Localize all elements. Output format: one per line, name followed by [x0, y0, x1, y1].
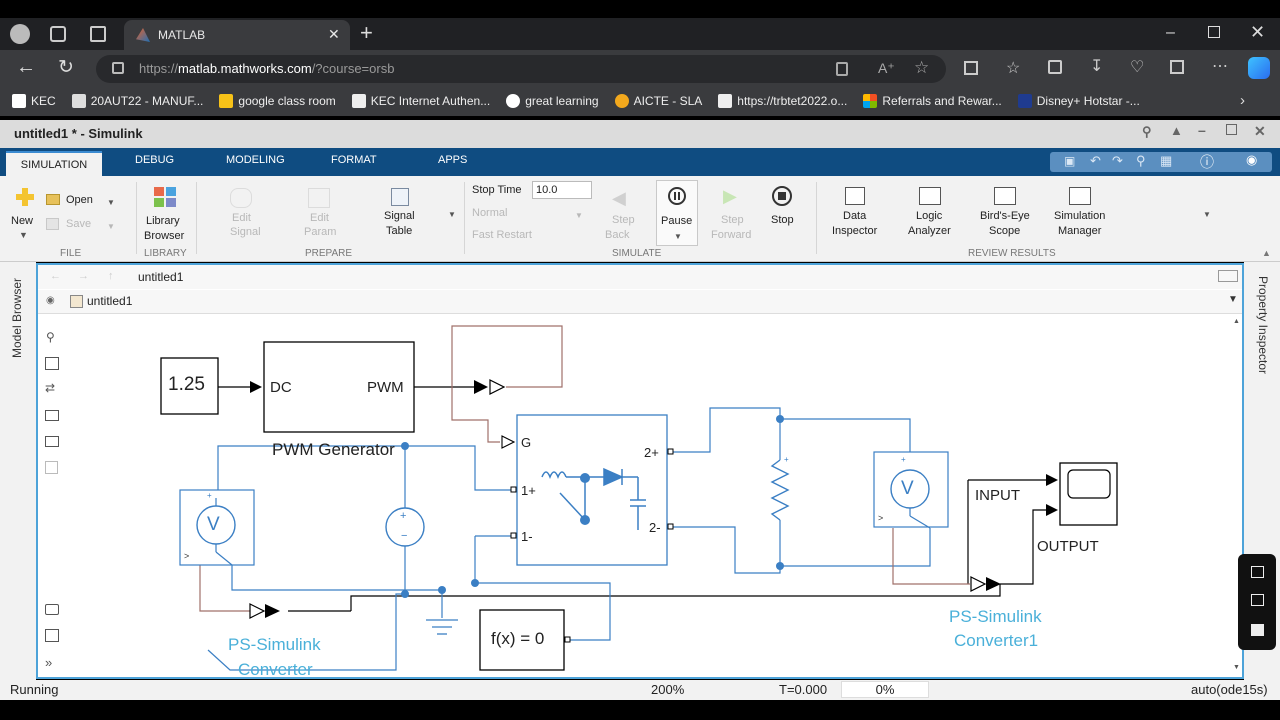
ps-wire: [199, 565, 250, 612]
port-label-2p: 2+: [644, 445, 659, 460]
scope-screen-icon: [1067, 469, 1111, 499]
ps-converter-in-icon: [970, 576, 987, 592]
port: [667, 523, 674, 530]
junction-dot: [776, 415, 784, 423]
output-port-mark: >: [184, 551, 190, 561]
node-dot: [580, 515, 590, 525]
node-dot: [580, 473, 590, 483]
output-port-mark: >: [878, 513, 884, 523]
junction-dot: [401, 590, 409, 598]
port-label-1m: 1-: [521, 529, 533, 544]
physical-wire: [780, 528, 931, 567]
floating-toolbar-icon[interactable]: [1251, 594, 1264, 606]
physical-wire: [670, 526, 781, 574]
ps-converter-label-1[interactable]: PS-Simulink: [228, 635, 321, 655]
scope-input-label[interactable]: INPUT: [975, 487, 1020, 504]
physical-wire: [670, 407, 781, 453]
arrowhead: [250, 381, 262, 393]
voltmeter-left-symbol: V: [207, 514, 220, 535]
port: [510, 486, 517, 493]
status-text: Running: [10, 682, 59, 697]
resistor-icon: [770, 459, 790, 521]
pwm-input-port: DC: [270, 379, 292, 396]
ps-converter1-label-2[interactable]: Converter1: [954, 631, 1038, 651]
ps-converter-output-icon: [489, 379, 506, 395]
junction-dot: [471, 579, 479, 587]
constant-value[interactable]: 1.25: [168, 374, 205, 396]
pwm-output-port: PWM: [367, 379, 404, 396]
ps-converter-label-2[interactable]: Converter: [238, 660, 313, 680]
physical-wire: [780, 418, 911, 452]
physical-wire: [231, 565, 405, 591]
status-bar: Running 200% T=0.000 0% auto(ode15s): [0, 680, 1280, 700]
dc-plus-sign: +: [400, 510, 407, 522]
port-label-1p: 1+: [521, 483, 536, 498]
ground-icon: [426, 619, 458, 635]
junction-dot: [438, 586, 446, 594]
port: [564, 636, 571, 643]
solver-name[interactable]: auto(ode15s): [1191, 682, 1268, 697]
plus-sign: +: [207, 491, 212, 500]
scope-output-label[interactable]: OUTPUT: [1037, 538, 1099, 555]
arrowhead: [1046, 474, 1058, 486]
progress-bar: 0%: [841, 681, 929, 698]
floating-toolbar-icon[interactable]: [1251, 566, 1264, 578]
ps-wire: [892, 528, 970, 585]
junction-dot: [401, 442, 409, 450]
physical-wire: [405, 445, 512, 491]
floating-toolbar-icon[interactable]: [1251, 624, 1264, 636]
physical-wire: [207, 593, 405, 671]
port: [667, 448, 674, 455]
ps-converter1-label-1[interactable]: PS-Simulink: [949, 607, 1042, 627]
ps-converter-out-icon: [986, 577, 1001, 591]
port-label-2m: 2-: [649, 520, 661, 535]
ps-converter-in-icon: [249, 603, 266, 619]
arrowhead: [1046, 504, 1058, 516]
progress-value: 0%: [875, 682, 895, 697]
floating-toolbar: [1238, 554, 1276, 650]
bottom-black-bar: [0, 700, 1280, 720]
gate-port-icon: [501, 435, 516, 449]
port: [510, 532, 517, 539]
plus-sign: +: [901, 455, 906, 464]
solver-config-label[interactable]: f(x) = 0: [491, 629, 544, 649]
signal-wire: [350, 584, 1001, 611]
svg-text:+: +: [784, 455, 789, 464]
ps-converter-input-icon: [474, 380, 488, 394]
zoom-level[interactable]: 200%: [651, 682, 684, 697]
dc-minus-sign: −: [401, 530, 408, 542]
ps-converter-out-icon: [265, 604, 280, 618]
pwm-generator-name[interactable]: PWM Generator: [272, 440, 395, 460]
block-diagram: +: [160, 325, 1118, 671]
sim-time: T=0.000: [779, 682, 828, 697]
boost-converter-block: [516, 414, 668, 566]
gate-port-label: G: [521, 435, 532, 450]
voltmeter-right-symbol: V: [901, 478, 914, 499]
junction-dot: [776, 562, 784, 570]
